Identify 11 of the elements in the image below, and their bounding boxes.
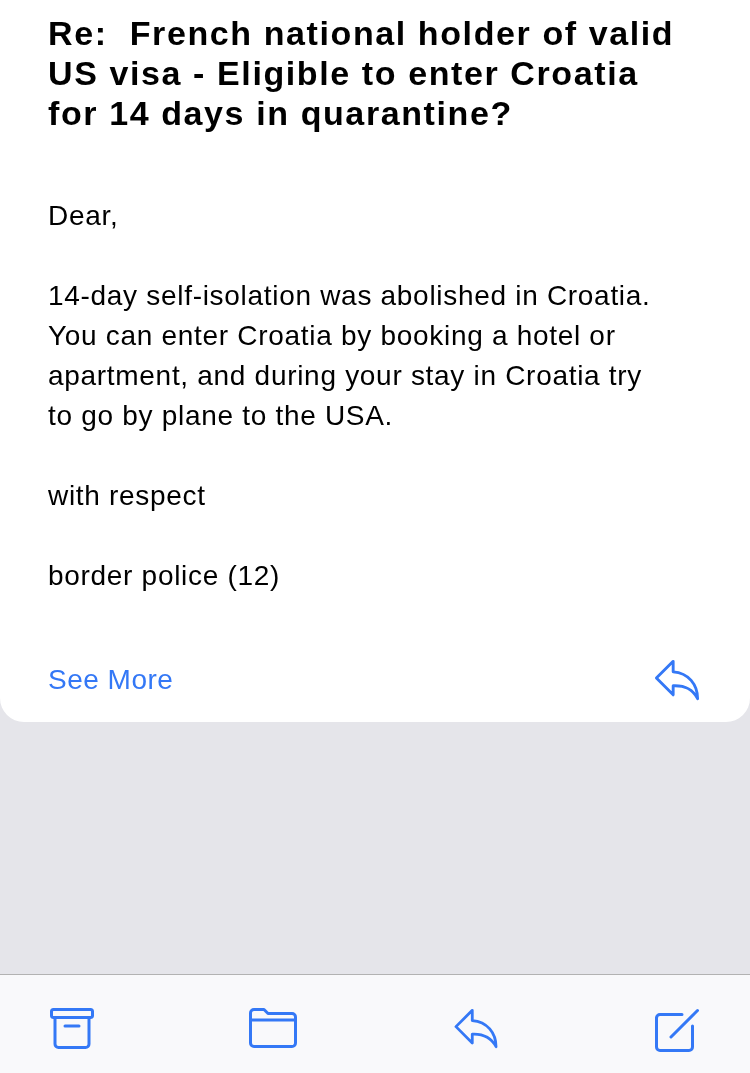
- message-paragraph: border police (12): [48, 559, 282, 593]
- reply-icon[interactable]: [452, 1008, 499, 1049]
- reply-icon[interactable]: [654, 658, 700, 702]
- message-paragraph: Dear,: [48, 199, 120, 233]
- compose-icon[interactable]: [654, 1008, 700, 1052]
- message-paragraph: with respect: [48, 479, 207, 513]
- see-more-link[interactable]: See More: [48, 660, 174, 700]
- archive-box-icon[interactable]: [50, 1008, 94, 1049]
- message-subject: Re: French national holder of valid US visa - Eligible to enter Croatia for 14 days in quarantine?: [48, 13, 676, 133]
- folder-icon[interactable]: [249, 1008, 298, 1048]
- message-paragraph: 14-day self-isolation was abolished in Croatia. You can enter Croatia by booking a hotel or apartment, and during your stay in Croatia try to go by plane to the USA.: [48, 279, 652, 433]
